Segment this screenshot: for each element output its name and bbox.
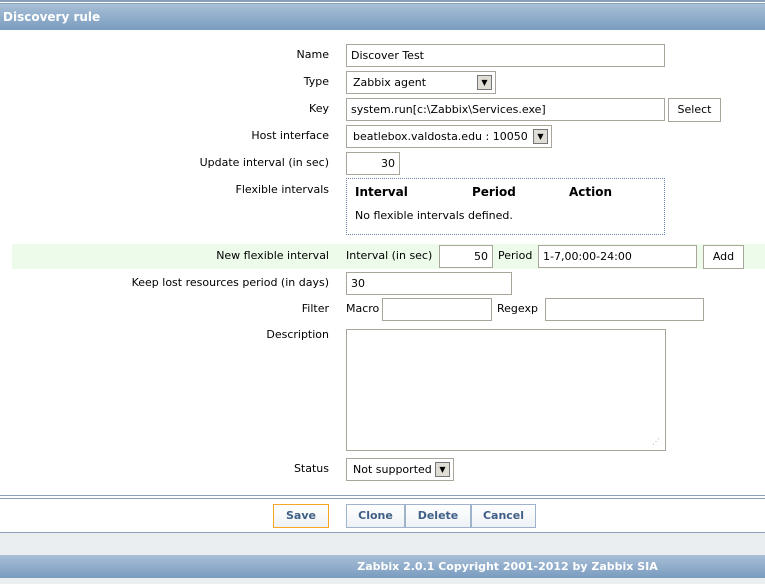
chevron-down-icon: ▼ [533, 129, 548, 144]
chevron-down-icon: ▼ [477, 75, 492, 90]
macro-input[interactable] [382, 298, 492, 321]
host-interface-label: Host interface [251, 129, 329, 142]
clone-button[interactable]: Clone [346, 504, 405, 528]
delete-button[interactable]: Delete [405, 504, 471, 528]
name-label: Name [296, 48, 329, 61]
chevron-down-icon: ▼ [435, 462, 450, 477]
type-value: Zabbix agent [353, 76, 427, 89]
flexible-intervals-table: Interval Period Action No flexible inter… [346, 178, 665, 235]
status-select[interactable]: Not supported ▼ [346, 458, 454, 481]
macro-label: Macro [346, 302, 380, 315]
add-button[interactable]: Add [703, 245, 744, 269]
column-period: Period [472, 185, 516, 199]
type-label: Type [303, 75, 329, 88]
period-input[interactable]: 1-7,00:00-24:00 [538, 245, 697, 268]
empty-message: No flexible intervals defined. [355, 209, 513, 222]
divider [0, 495, 765, 496]
description-textarea[interactable] [346, 329, 666, 451]
divider [0, 498, 765, 499]
new-interval-input[interactable]: 50 [439, 245, 493, 268]
type-select[interactable]: Zabbix agent ▼ [346, 71, 496, 94]
keep-lost-label: Keep lost resources period (in days) [131, 276, 329, 289]
update-interval-input[interactable]: 30 [346, 152, 400, 175]
cancel-button[interactable]: Cancel [471, 504, 536, 528]
new-flexible-label: New flexible interval [216, 249, 329, 262]
page-title: Discovery rule [0, 3, 765, 30]
footer-copyright: Zabbix 2.0.1 Copyright 2001-2012 by Zabb… [0, 555, 765, 578]
column-interval: Interval [355, 185, 408, 199]
keep-lost-input[interactable]: 30 [346, 272, 512, 295]
host-interface-value: beatlebox.valdosta.edu : 10050 [353, 130, 528, 143]
status-label: Status [293, 462, 329, 475]
key-input[interactable]: system.run[c:\Zabbix\Services.exe] [346, 98, 665, 121]
resize-handle-icon[interactable]: ⋰ [652, 437, 660, 446]
update-interval-label: Update interval (in sec) [199, 156, 329, 169]
status-value: Not supported [353, 463, 432, 476]
interval-sec-label: Interval (in sec) [346, 249, 433, 262]
column-action: Action [569, 185, 613, 199]
key-label: Key [309, 102, 329, 115]
period-label: Period [498, 249, 533, 262]
name-input[interactable]: Discover Test [346, 44, 665, 67]
flexible-intervals-label: Flexible intervals [235, 183, 330, 196]
regexp-input[interactable] [545, 298, 704, 321]
filter-label: Filter [301, 302, 329, 315]
host-interface-select[interactable]: beatlebox.valdosta.edu : 10050 ▼ [346, 125, 552, 148]
description-label: Description [266, 328, 329, 341]
save-button[interactable]: Save [273, 504, 329, 528]
top-border [0, 0, 765, 2]
regexp-label: Regexp [497, 302, 538, 315]
select-button[interactable]: Select [668, 98, 721, 122]
